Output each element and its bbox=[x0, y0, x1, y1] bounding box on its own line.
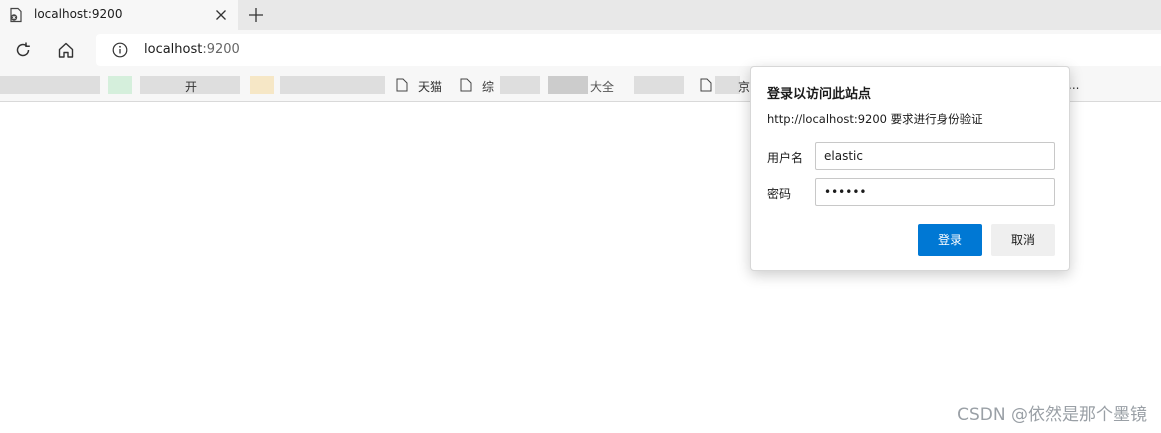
browser-tab[interactable]: localhost:9200 bbox=[0, 0, 238, 30]
address-bar[interactable]: localhost:9200 bbox=[96, 34, 1161, 66]
page-icon bbox=[10, 7, 22, 23]
close-icon[interactable] bbox=[213, 7, 229, 23]
blurred-favorite bbox=[634, 76, 684, 94]
page-icon bbox=[396, 78, 408, 92]
url-port: :9200 bbox=[202, 42, 240, 57]
favorite-item[interactable]: 开 bbox=[185, 78, 197, 95]
new-tab-icon[interactable] bbox=[246, 5, 266, 25]
tab-title: localhost:9200 bbox=[34, 7, 123, 21]
login-button[interactable]: 登录 bbox=[918, 224, 982, 256]
url-text: localhost:9200 bbox=[144, 42, 240, 57]
username-field[interactable]: elastic bbox=[815, 142, 1055, 170]
refresh-icon[interactable] bbox=[13, 40, 33, 60]
blurred-favorite bbox=[548, 76, 588, 94]
favorite-item[interactable]: 京 bbox=[738, 78, 750, 95]
watermark: CSDN @依然是那个墨镜 bbox=[957, 405, 1147, 425]
favorite-item[interactable]: 综 bbox=[482, 78, 494, 95]
folder-icon bbox=[250, 76, 274, 94]
page-icon bbox=[460, 78, 472, 92]
blurred-favorite bbox=[0, 76, 100, 94]
password-field[interactable]: •••••• bbox=[815, 178, 1055, 206]
blurred-favorite bbox=[500, 76, 540, 94]
dialog-description: http://localhost:9200 要求进行身份验证 bbox=[767, 112, 983, 126]
favorite-item[interactable]: 天猫 bbox=[418, 78, 442, 95]
home-icon[interactable] bbox=[56, 40, 76, 60]
login-dialog: 登录以访问此站点 http://localhost:9200 要求进行身份验证 … bbox=[750, 66, 1070, 271]
cancel-button[interactable]: 取消 bbox=[991, 224, 1055, 256]
password-label: 密码 bbox=[767, 187, 792, 201]
page-icon bbox=[700, 78, 712, 92]
blurred-favorite bbox=[108, 76, 132, 94]
toolbar: localhost:9200 bbox=[0, 30, 1161, 70]
blurred-favorite bbox=[280, 76, 385, 94]
url-host: localhost bbox=[144, 42, 203, 57]
favorite-item[interactable]: 大全 bbox=[590, 78, 614, 95]
username-label: 用户名 bbox=[767, 151, 804, 165]
info-icon[interactable] bbox=[112, 42, 128, 58]
blurred-favorite bbox=[715, 76, 740, 94]
tab-strip: localhost:9200 bbox=[0, 0, 1161, 30]
dialog-title: 登录以访问此站点 bbox=[767, 87, 872, 102]
